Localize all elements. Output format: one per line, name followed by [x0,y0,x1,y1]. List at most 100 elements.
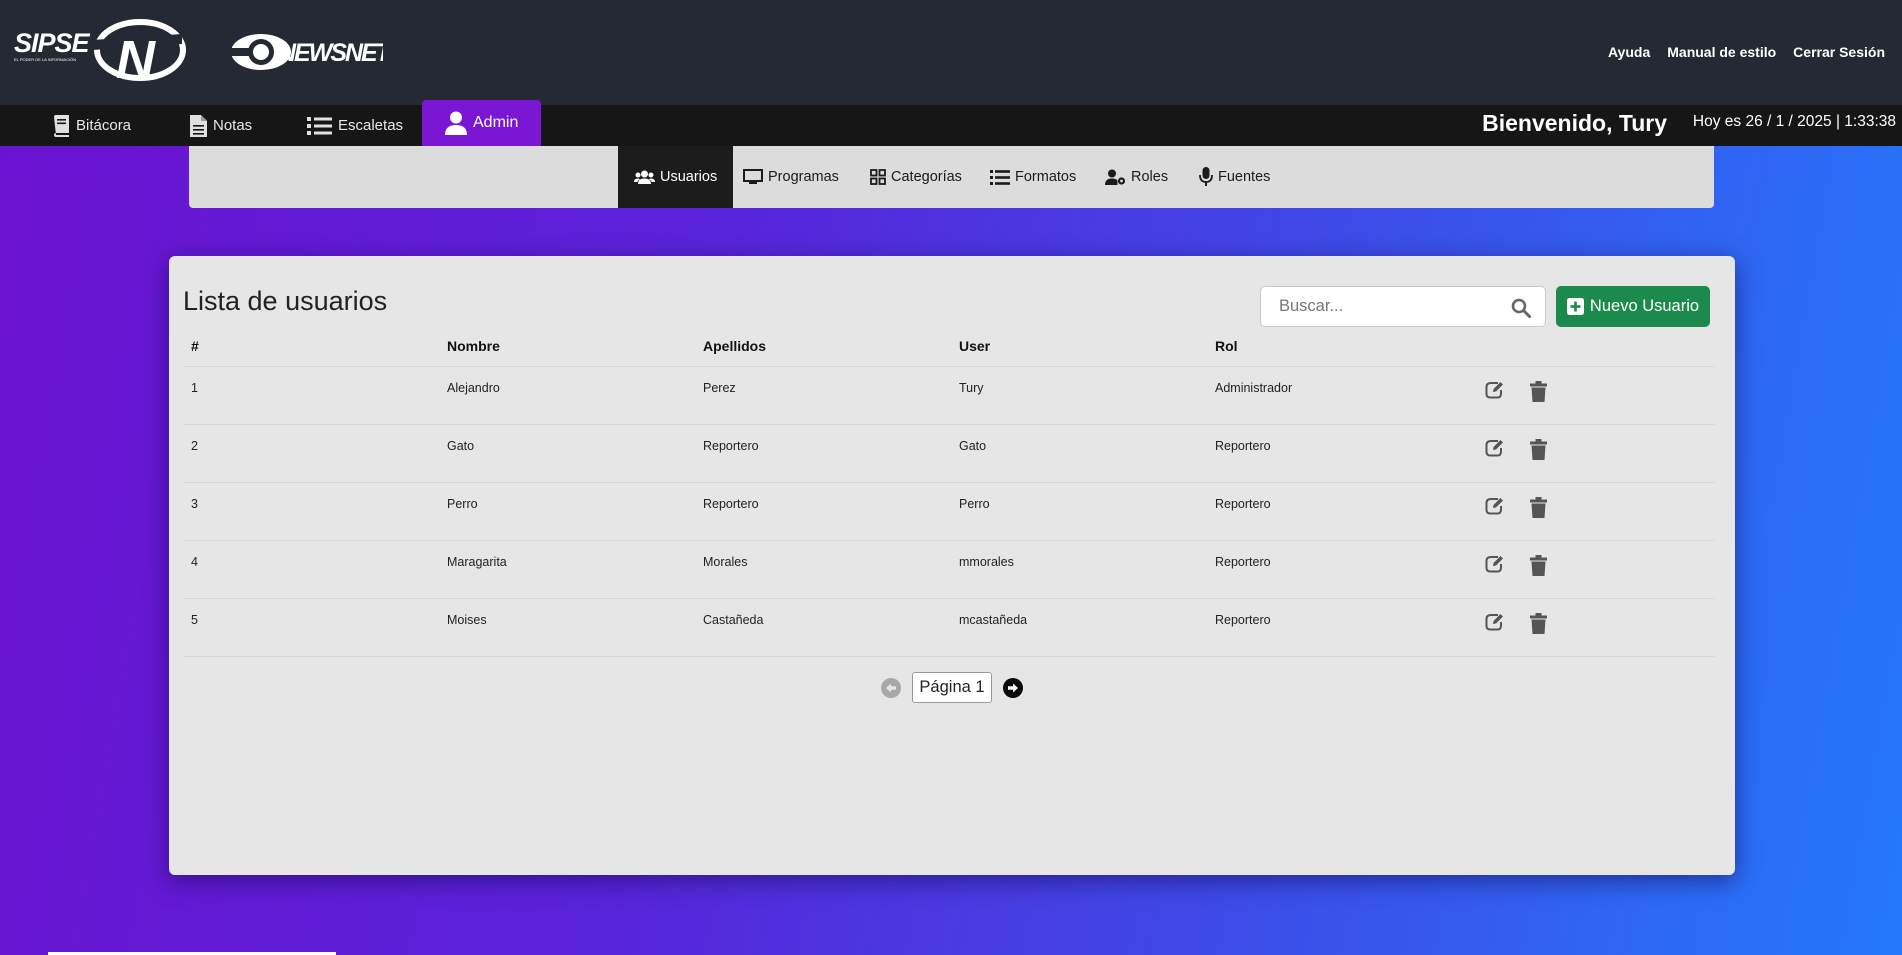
list-icon [307,116,332,135]
column-header: Rol [1207,326,1463,367]
user-gear-icon [1105,169,1126,185]
document-icon [190,114,207,137]
table-cell: mcastañeda [951,598,1207,657]
tab-fuentes[interactable]: Fuentes [1199,146,1270,208]
nav-label: Notas [213,117,253,134]
edit-button[interactable] [1485,497,1504,518]
row-actions [1463,540,1715,599]
tab-formatos[interactable]: Formatos [990,146,1076,208]
table-cell: 4 [183,540,439,599]
welcome-message: Bienvenido, Tury [1482,110,1667,136]
edit-icon [1485,497,1503,514]
delete-button[interactable] [1530,612,1547,637]
column-header: User [951,326,1207,367]
edit-button[interactable] [1485,613,1504,634]
delete-button[interactable] [1530,554,1547,579]
users-icon [634,170,655,184]
new-user-label: Nuevo Usuario [1589,297,1700,315]
table-cell: 2 [183,424,439,483]
nav-label: Admin [473,114,519,131]
trash-icon [1530,438,1547,460]
monitor-icon [743,169,763,184]
edit-button[interactable] [1485,381,1504,402]
tab-label: Usuarios [660,169,718,185]
table-cell: 3 [183,482,439,541]
edit-icon [1485,439,1503,456]
tab-label: Roles [1131,169,1169,185]
nav-item-admin[interactable]: Admin [422,100,542,146]
column-header: Nombre [439,326,695,367]
tab-usuarios[interactable]: Usuarios [618,146,734,208]
table-cell: Maragarita [439,540,695,599]
edit-icon [1485,381,1503,398]
microphone-icon [1199,167,1213,186]
row-actions [1463,482,1715,541]
arrow-left-circle-icon [881,677,902,698]
plus-square-icon [1566,298,1584,315]
table-cell: 1 [183,366,439,425]
table-cell: Perro [439,482,695,541]
sipse-logo[interactable]: SIPSE EL PODER DE LA INFORMACIÓN N [12,18,187,86]
table-cell: 5 [183,598,439,657]
header-links: Ayuda Manual de estilo Cerrar Sesión [1608,44,1902,60]
column-header: Apellidos [695,326,951,367]
table-cell: Morales [695,540,951,599]
row-actions [1463,366,1715,425]
table-cell: Reportero [1207,540,1463,599]
table-row: 3 Perro Reportero Perro Reportero [183,482,1715,541]
svg-text:SIPSE: SIPSE [14,28,91,58]
search-icon[interactable] [1511,298,1531,318]
tab-roles[interactable]: Roles [1105,146,1168,208]
list-icon [990,169,1010,185]
delete-button[interactable] [1530,380,1547,405]
table-row: 4 Maragarita Morales mmorales Reportero [183,540,1715,599]
svg-text:N: N [116,30,156,86]
pagination: Página 1 [169,672,1735,703]
table-cell: Perro [951,482,1207,541]
table-row: 2 Gato Reportero Gato Reportero [183,424,1715,483]
help-link[interactable]: Ayuda [1608,44,1650,60]
tab-label: Categorías [891,169,962,185]
top-header: SIPSE EL PODER DE LA INFORMACIÓN N NEWSN… [0,0,1902,105]
page-indicator: Página 1 [912,672,992,703]
table-cell: Tury [951,366,1207,425]
edit-button[interactable] [1485,439,1504,460]
trash-icon [1530,380,1547,402]
table-cell: Gato [439,424,695,483]
page-title: Lista de usuarios [183,286,388,316]
nav-label: Escaletas [338,117,404,134]
nav-item-notas[interactable]: Notas [190,105,252,146]
tab-programas[interactable]: Programas [743,146,839,208]
nav-item-bitacora[interactable]: Bitácora [52,105,131,146]
trash-icon [1530,496,1547,518]
delete-button[interactable] [1530,496,1547,521]
newsnet-logo[interactable]: NEWSNET [228,30,383,74]
edit-button[interactable] [1485,555,1504,576]
delete-button[interactable] [1530,438,1547,463]
current-datetime: Hoy es 26 / 1 / 2025 | 1:33:38 [1692,113,1896,130]
users-card: Lista de usuarios Nuevo Usuario # Nombre… [169,256,1735,875]
search-input[interactable] [1261,287,1501,326]
row-actions [1463,598,1715,657]
column-header-actions [1463,326,1715,367]
svg-text:EL PODER DE LA INFORMACIÓN: EL PODER DE LA INFORMACIÓN [14,57,76,62]
svg-text:NEWSNET: NEWSNET [278,39,383,67]
tab-categorias[interactable]: Categorías [870,146,962,208]
nav-item-escaletas[interactable]: Escaletas [307,105,403,146]
table-cell: Reportero [1207,482,1463,541]
table-row: 1 Alejandro Perez Tury Administrador [183,366,1715,425]
user-icon [445,111,467,135]
next-page-button[interactable] [1002,677,1024,699]
table-cell: Reportero [695,424,951,483]
column-header: # [183,326,439,367]
prev-page-button[interactable] [880,677,902,699]
style-manual-link[interactable]: Manual de estilo [1667,44,1776,60]
row-actions [1463,424,1715,483]
users-table: # Nombre Apellidos User Rol 1 Alejandro Pe… [183,326,1715,657]
book-icon [54,114,69,137]
trash-icon [1530,554,1547,576]
edit-icon [1485,555,1503,572]
tab-label: Programas [768,169,839,185]
new-user-button[interactable]: Nuevo Usuario [1556,286,1710,327]
logout-link[interactable]: Cerrar Sesión [1793,44,1885,60]
